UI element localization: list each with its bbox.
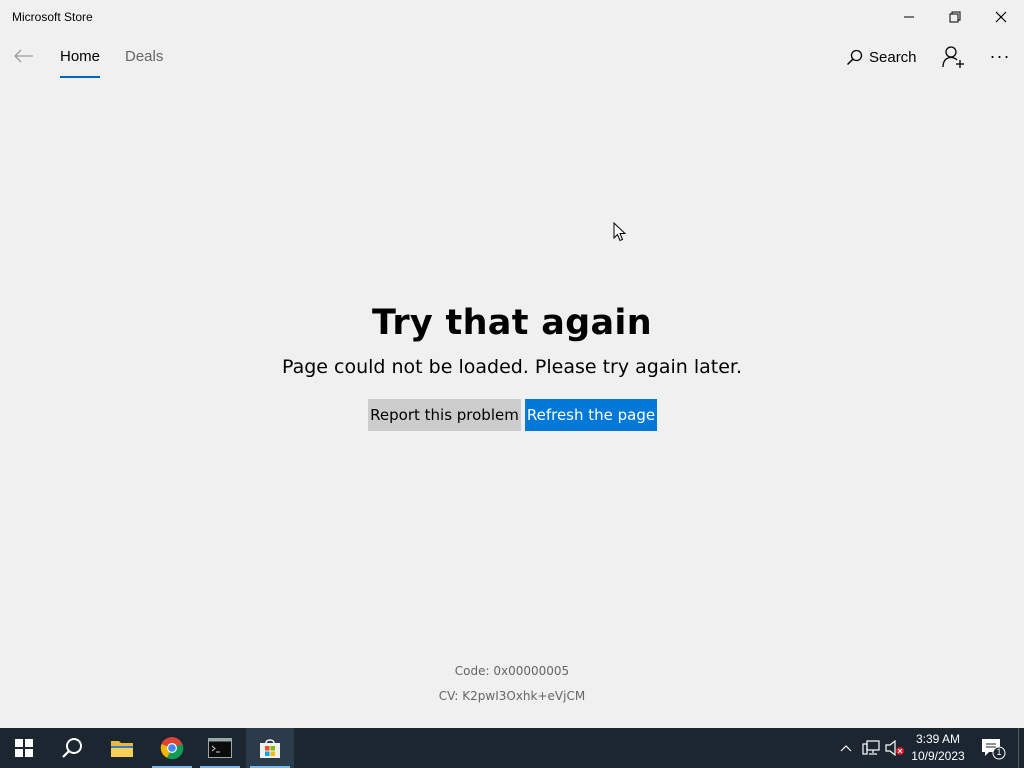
volume-muted-icon <box>885 740 904 756</box>
clock-time: 3:39 AM <box>915 732 961 746</box>
restore-icon <box>949 11 961 23</box>
store-icon <box>260 739 280 758</box>
folder-icon <box>111 741 133 757</box>
mouse-cursor-icon <box>613 222 627 242</box>
tab-selected-indicator <box>60 76 101 78</box>
title-bar: Microsoft Store <box>0 0 1024 34</box>
tab-deals[interactable]: Deals <box>125 48 163 78</box>
close-icon <box>995 11 1007 23</box>
back-button[interactable] <box>10 42 38 70</box>
volume-tray-button[interactable] <box>885 738 905 758</box>
taskbar-clock[interactable]: 3:39 AM 10/9/2023 <box>906 731 970 765</box>
taskbar: 3:39 AM 10/9/2023 1 <box>0 728 1024 768</box>
window-title: Microsoft Store <box>12 10 93 24</box>
tab-deals-label: Deals <box>125 48 164 65</box>
search-label: Search <box>869 48 917 66</box>
error-message: Page could not be loaded. Please try aga… <box>281 356 743 378</box>
tab-home[interactable]: Home <box>60 48 101 78</box>
report-problem-button[interactable]: Report this problem <box>368 399 521 431</box>
show-hidden-icons-button[interactable] <box>838 738 854 758</box>
minimize-button[interactable] <box>886 0 932 34</box>
account-button[interactable] <box>940 44 966 70</box>
action-center-button[interactable]: 1 <box>980 736 1006 760</box>
chrome-icon <box>160 737 184 760</box>
taskbar-chrome[interactable] <box>148 728 196 768</box>
search-button[interactable]: Search <box>846 46 917 68</box>
add-user-icon <box>942 46 964 68</box>
search-icon <box>62 738 82 758</box>
error-code: Code: 0x00000005 <box>454 664 570 678</box>
taskbar-search-button[interactable] <box>48 728 96 768</box>
correlation-vector: CV: K2pwI3Oxhk+eVjCM <box>438 689 586 703</box>
more-options-button[interactable]: ··· <box>986 42 1014 70</box>
show-desktop-button[interactable] <box>1018 728 1019 768</box>
minimize-icon <box>904 16 914 18</box>
clock-date: 10/9/2023 <box>911 749 965 763</box>
taskbar-terminal[interactable] <box>196 728 244 768</box>
search-icon <box>846 49 863 65</box>
network-tray-button[interactable] <box>861 738 881 758</box>
close-button[interactable] <box>978 0 1024 34</box>
back-arrow-icon <box>14 49 33 63</box>
refresh-page-button[interactable]: Refresh the page <box>525 399 657 431</box>
network-icon <box>862 740 880 755</box>
restore-button[interactable] <box>932 0 978 34</box>
tab-home-label: Home <box>60 48 101 65</box>
nav-bar: Home Deals Search ··· <box>0 34 1024 80</box>
start-button[interactable] <box>0 728 48 768</box>
notification-count: 1 <box>996 747 1002 757</box>
windows-icon <box>15 739 33 757</box>
error-title: Try that again <box>372 303 652 343</box>
chevron-up-icon <box>840 745 852 752</box>
taskbar-file-explorer[interactable] <box>98 728 146 768</box>
taskbar-store[interactable] <box>246 728 294 768</box>
terminal-icon <box>208 738 232 758</box>
